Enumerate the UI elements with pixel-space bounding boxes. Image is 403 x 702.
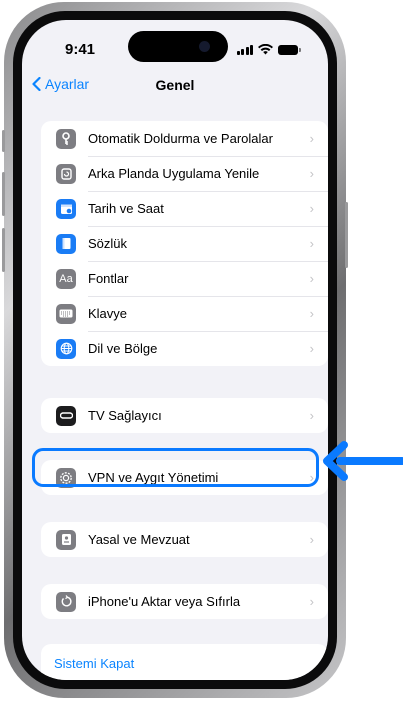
status-time: 9:41 — [65, 41, 96, 58]
key-icon — [56, 128, 76, 149]
refresh-icon — [56, 163, 76, 184]
row-dictionary[interactable]: Sözlük › — [41, 226, 328, 261]
globe-icon — [56, 338, 76, 359]
chevron-right-icon: › — [309, 306, 314, 321]
chevron-right-icon: › — [309, 532, 314, 547]
chevron-right-icon: › — [309, 131, 314, 146]
calendar-clock-icon — [56, 198, 76, 219]
row-keyboard[interactable]: Klavye › — [41, 296, 328, 331]
arrow-left-icon — [323, 441, 403, 481]
reset-icon — [56, 591, 76, 612]
row-label: TV Sağlayıcı — [88, 408, 162, 423]
chevron-right-icon: › — [309, 271, 314, 286]
battery-icon — [278, 45, 301, 55]
page-title: Genel — [155, 77, 195, 93]
settings-group-vpn: VPN ve Aygıt Yönetimi › — [41, 460, 328, 495]
chevron-right-icon: › — [309, 341, 314, 356]
row-vpn-device-management[interactable]: VPN ve Aygıt Yönetimi › — [41, 460, 328, 495]
row-fonts[interactable]: Aa Fontlar › — [41, 261, 328, 296]
chevron-right-icon: › — [309, 201, 314, 216]
row-label: Otomatik Doldurma ve Parolalar — [88, 131, 273, 146]
row-label: iPhone'u Aktar veya Sıfırla — [88, 594, 241, 609]
chevron-right-icon: › — [309, 470, 314, 485]
volume-up-button — [2, 172, 5, 216]
action-button — [2, 130, 5, 152]
chevron-right-icon: › — [309, 408, 314, 423]
row-transfer-reset[interactable]: iPhone'u Aktar veya Sıfırla › — [41, 584, 328, 619]
row-tv-provider[interactable]: TV Sağlayıcı › — [41, 398, 328, 433]
row-label: Klavye — [88, 306, 128, 321]
row-background-refresh[interactable]: Arka Planda Uygulama Yenile › — [41, 156, 328, 191]
row-label: Arka Planda Uygulama Yenile — [88, 166, 260, 181]
row-language-region[interactable]: Dil ve Bölge › — [41, 331, 328, 366]
row-label: Yasal ve Mevzuat — [88, 532, 190, 547]
cellular-signal-icon — [236, 44, 253, 55]
keyboard-icon — [56, 303, 76, 324]
row-label: Sözlük — [88, 236, 128, 251]
settings-group-reset: iPhone'u Aktar veya Sıfırla › — [41, 584, 328, 619]
gear-icon — [56, 467, 76, 488]
chevron-right-icon: › — [309, 236, 314, 251]
row-date-time[interactable]: Tarih ve Saat › — [41, 191, 328, 226]
chevron-right-icon: › — [309, 594, 314, 609]
dynamic-island — [128, 31, 228, 62]
shutdown-button[interactable]: Sistemi Kapat — [41, 644, 328, 680]
status-icons — [236, 44, 301, 55]
row-label: Fontlar — [88, 271, 129, 286]
volume-down-button — [2, 228, 5, 272]
screen: 9:41 Ayarlar Genel Otomatik Doldurma ve … — [22, 20, 328, 680]
shutdown-label: Sistemi Kapat — [54, 655, 135, 671]
row-legal-regulatory[interactable]: Yasal ve Mevzuat › — [41, 522, 328, 557]
row-label: VPN ve Aygıt Yönetimi — [88, 470, 219, 485]
row-autofill-passwords[interactable]: Otomatik Doldurma ve Parolalar › — [41, 121, 328, 156]
bezel: 9:41 Ayarlar Genel Otomatik Doldurma ve … — [13, 11, 337, 689]
fonts-icon: Aa — [56, 268, 76, 289]
settings-group-legal: Yasal ve Mevzuat › — [41, 522, 328, 557]
row-label: Dil ve Bölge — [88, 341, 158, 356]
iphone-frame: 9:41 Ayarlar Genel Otomatik Doldurma ve … — [2, 2, 348, 698]
row-label: Tarih ve Saat — [88, 201, 164, 216]
tv-provider-icon — [56, 405, 76, 426]
book-icon — [56, 233, 76, 254]
power-button — [345, 202, 348, 268]
wifi-icon — [258, 44, 273, 55]
settings-group-general: Otomatik Doldurma ve Parolalar › Arka Pl… — [41, 121, 328, 366]
camera-icon — [199, 41, 210, 52]
settings-group-tv: TV Sağlayıcı › — [41, 398, 328, 433]
document-icon — [56, 529, 76, 550]
chevron-right-icon: › — [309, 166, 314, 181]
